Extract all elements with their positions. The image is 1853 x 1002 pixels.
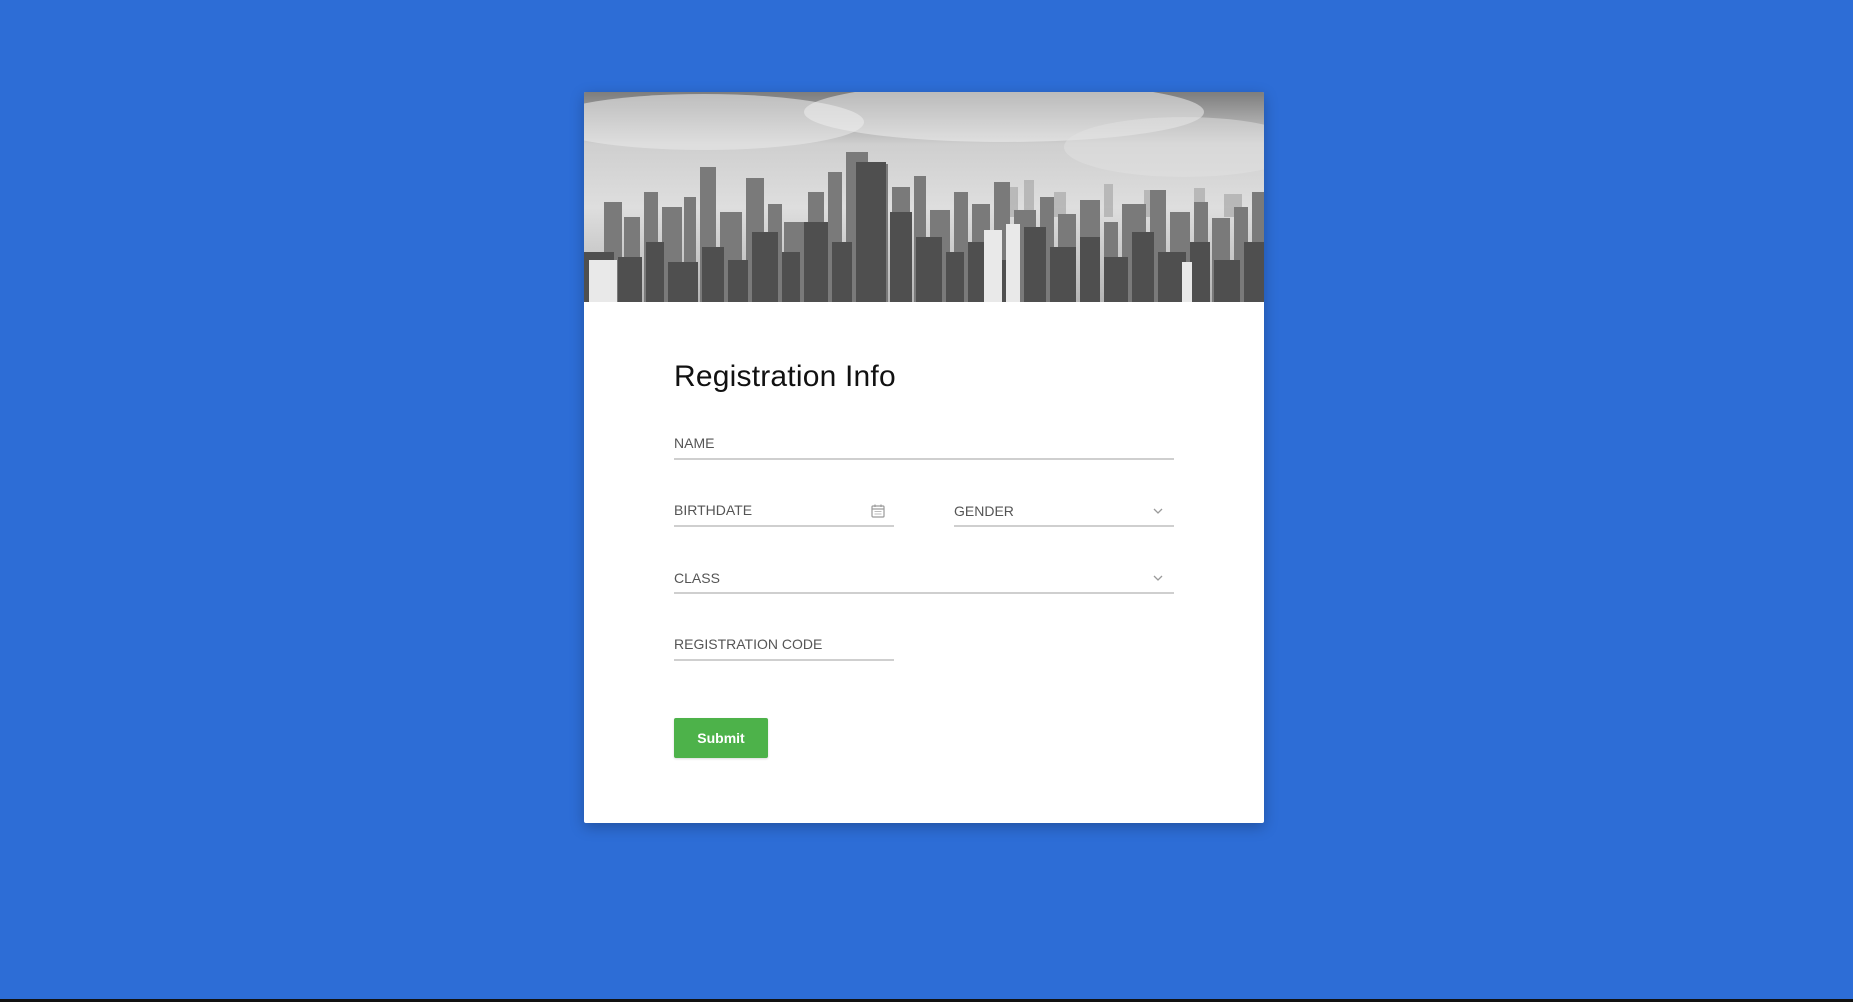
registration-card: Registration Info GENDER CLASS xyxy=(584,92,1264,823)
calendar-icon[interactable] xyxy=(870,503,886,519)
gender-select[interactable]: GENDER xyxy=(954,497,1174,527)
name-input[interactable] xyxy=(674,430,1174,456)
name-field[interactable] xyxy=(674,430,1174,460)
gender-placeholder: GENDER xyxy=(954,503,1014,519)
chevron-down-icon[interactable] xyxy=(1150,570,1166,586)
chevron-down-icon[interactable] xyxy=(1150,503,1166,519)
birthdate-input[interactable] xyxy=(674,497,894,523)
class-select[interactable]: CLASS xyxy=(674,564,1174,594)
class-placeholder: CLASS xyxy=(674,570,720,586)
registration-code-field[interactable] xyxy=(674,631,894,661)
registration-code-input[interactable] xyxy=(674,631,894,657)
form-title: Registration Info xyxy=(674,360,896,393)
skyline-image xyxy=(584,92,1264,302)
city-skyline-banner xyxy=(584,92,1264,302)
birthdate-field[interactable] xyxy=(674,497,894,527)
submit-button[interactable]: Submit xyxy=(674,718,768,758)
